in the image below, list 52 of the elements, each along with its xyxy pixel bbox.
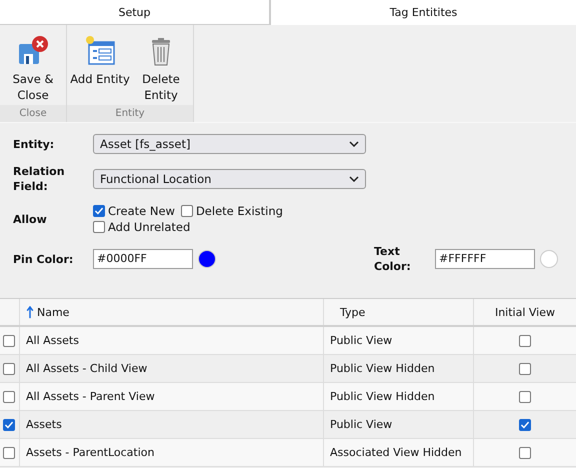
sort-arrow-icon	[26, 306, 34, 318]
table-cell: Assets - ParentLocation	[20, 439, 324, 466]
column-header[interactable]: Name	[20, 299, 324, 325]
color-swatch[interactable]	[198, 250, 216, 268]
checkbox[interactable]	[180, 205, 193, 217]
tab[interactable]: Setup	[0, 0, 270, 25]
column-header[interactable]: Type	[324, 299, 474, 325]
initial-view-checkbox[interactable]	[519, 362, 531, 374]
table-cell: Assets	[20, 411, 324, 438]
column-header[interactable]: Initial View	[474, 299, 576, 325]
input-field[interactable]: #0000FF	[93, 249, 193, 269]
chevron-down-icon	[349, 141, 359, 147]
table-cell: All Assets - Child View	[20, 355, 324, 382]
field-label: Relation Field:	[13, 164, 66, 194]
group-label: Close	[0, 105, 66, 122]
dropdown[interactable]: Asset [fs_asset]	[93, 134, 366, 154]
initial-view-checkbox[interactable]	[519, 446, 531, 458]
table-cell: All Assets	[20, 327, 324, 354]
checkbox[interactable]	[93, 221, 105, 233]
option-label: Add Unrelated	[108, 220, 190, 234]
ribbon-button[interactable]: Delete Entity	[132, 33, 190, 103]
row-checkbox[interactable]	[3, 446, 15, 458]
color-swatch[interactable]	[540, 250, 558, 268]
row-checkbox[interactable]	[3, 390, 15, 402]
table-cell: Public View Hidden	[324, 383, 474, 410]
input-field[interactable]: #FFFFFF	[435, 249, 535, 269]
save-close-icon	[17, 35, 49, 67]
initial-view-checkbox[interactable]	[519, 334, 531, 346]
group-label: Entity	[67, 105, 193, 122]
initial-view-checkbox[interactable]	[519, 418, 531, 430]
field-label: Text Color:	[374, 244, 412, 274]
field-label: Allow	[13, 212, 48, 226]
table-cell: Associated View Hidden	[324, 439, 474, 466]
checkbox-option[interactable]: Add Unrelated	[93, 220, 190, 234]
table-cell: Public View Hidden	[324, 355, 474, 382]
dropdown[interactable]: Functional Location	[93, 169, 366, 189]
ribbon-button[interactable]: Add Entity	[70, 33, 130, 103]
field-label: Pin Color:	[13, 252, 74, 266]
checkbox-option[interactable]: Create New	[93, 204, 175, 218]
chevron-down-icon	[349, 176, 359, 182]
row-checkbox[interactable]	[3, 418, 15, 430]
form-icon	[84, 35, 116, 67]
table-cell: Public View	[324, 411, 474, 438]
field-label: Entity:	[13, 136, 56, 152]
row-checkbox[interactable]	[3, 334, 15, 346]
table-cell: Public View	[324, 327, 474, 354]
table-cell: All Assets - Parent View	[20, 383, 324, 410]
ribbon-button[interactable]: Save & Close	[3, 33, 63, 103]
row-checkbox[interactable]	[3, 362, 15, 374]
option-label: Create New	[108, 204, 175, 218]
initial-view-checkbox[interactable]	[519, 390, 531, 402]
checkbox[interactable]	[93, 205, 105, 217]
